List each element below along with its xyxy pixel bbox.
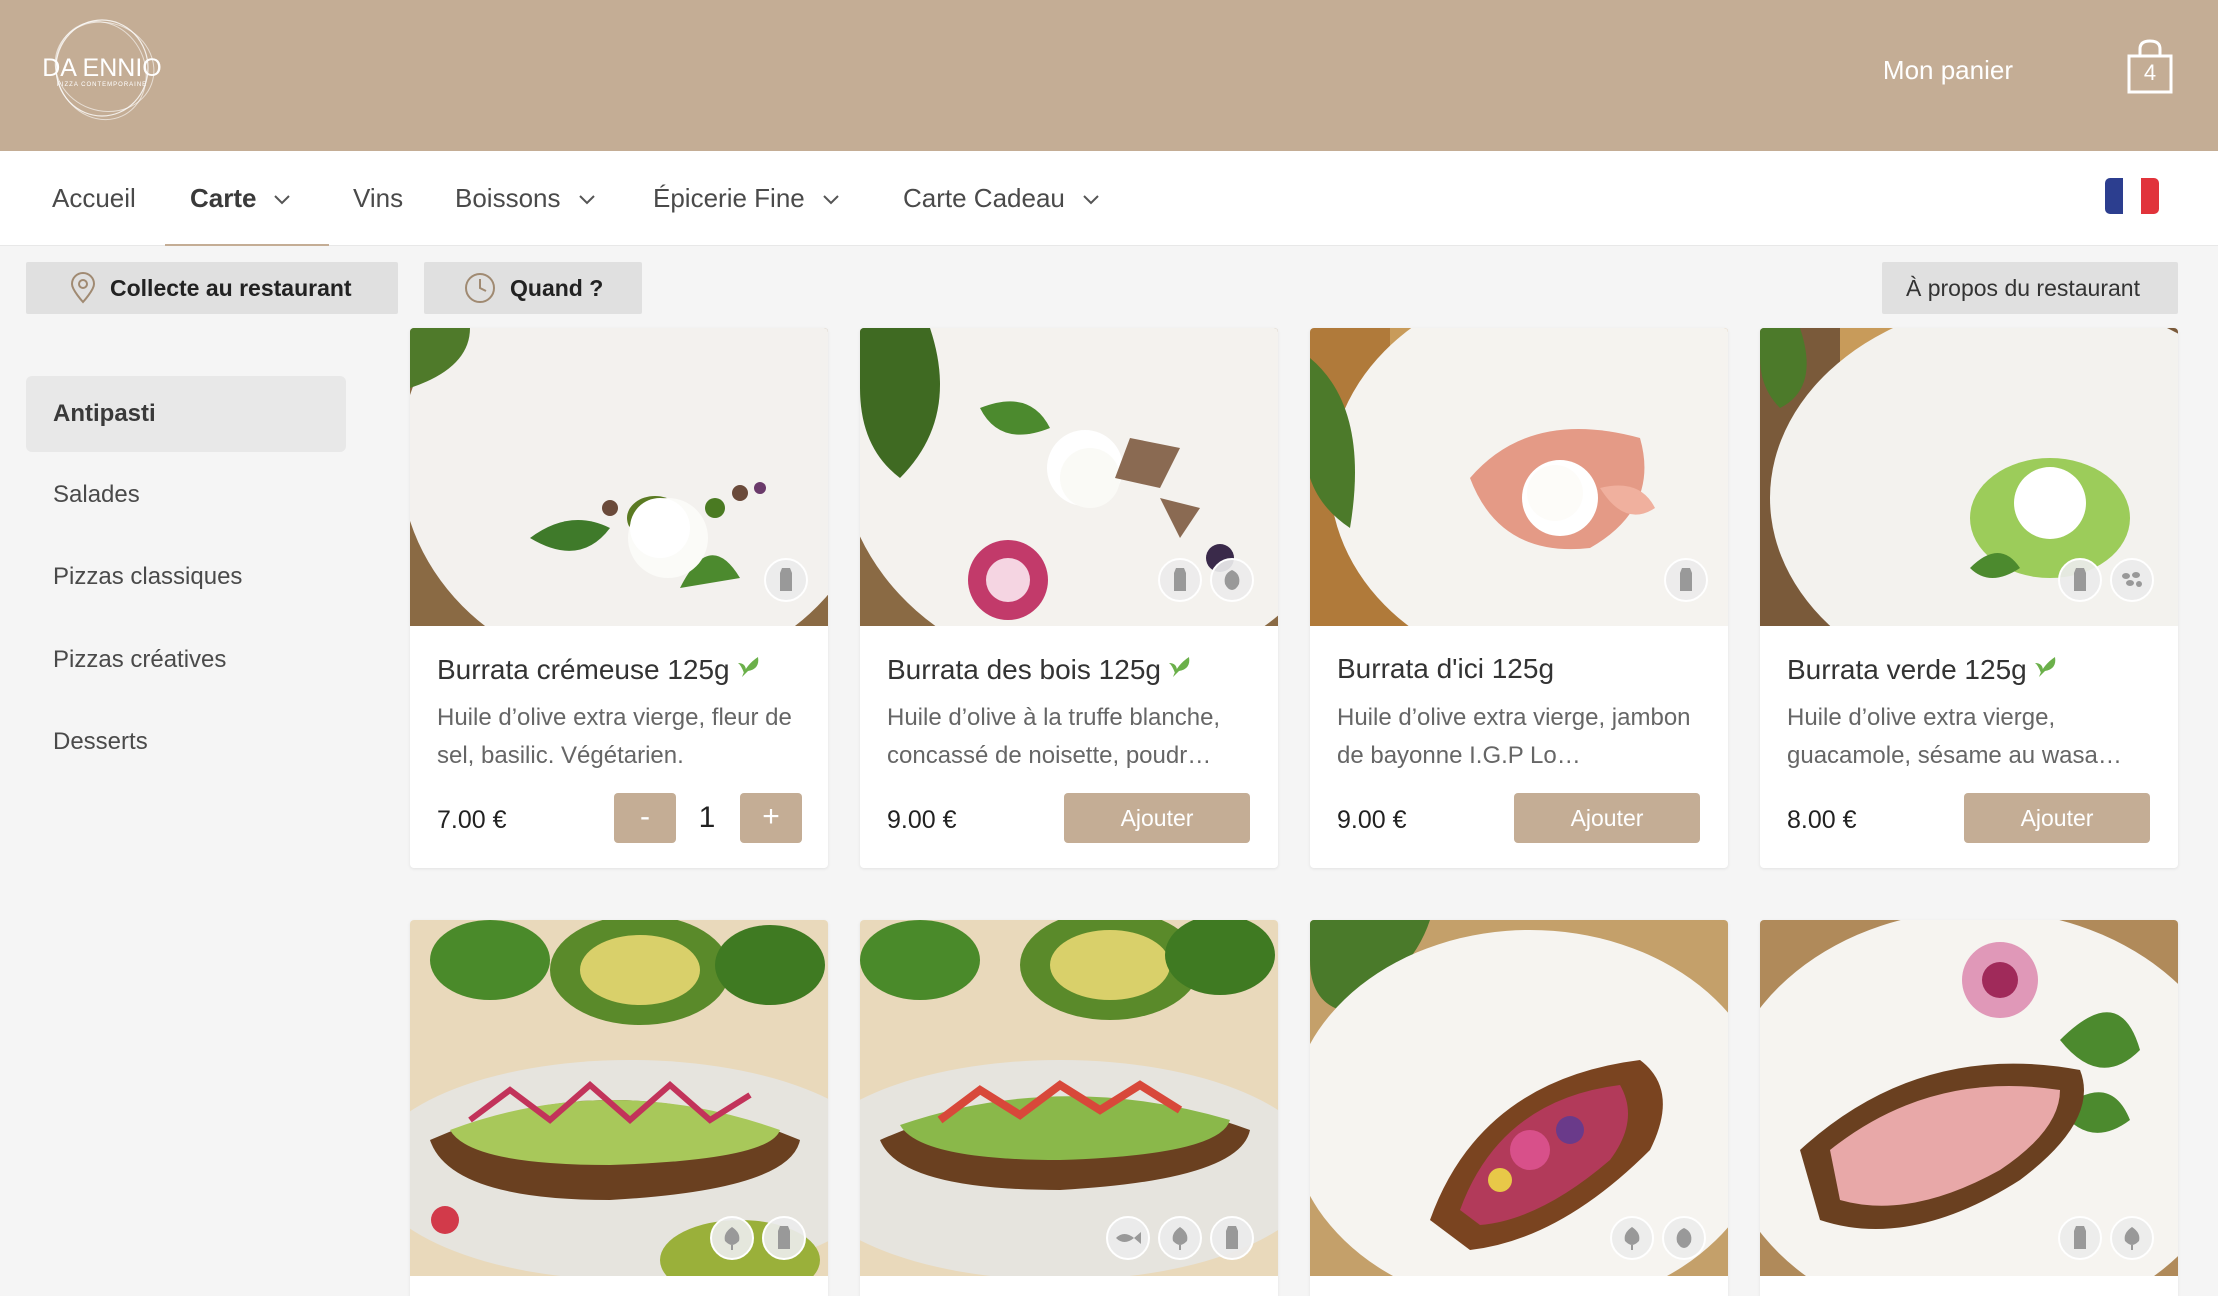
dairy-icon <box>764 558 808 602</box>
cart-count: 4 <box>2143 60 2157 85</box>
product-card[interactable] <box>410 920 828 1296</box>
quantity-decrease-button[interactable]: - <box>614 793 676 843</box>
cart-label[interactable]: Mon panier <box>1883 55 2013 86</box>
nav-item-carte-cadeau[interactable]: Carte Cadeau <box>903 151 1099 246</box>
product-card[interactable]: Burrata d'ici 125g Huile d’olive extra v… <box>1310 328 1728 868</box>
nuts-icon <box>1662 1216 1706 1260</box>
add-to-cart-button[interactable]: Ajouter <box>1064 793 1250 843</box>
when-button[interactable]: Quand ? <box>424 262 642 314</box>
logo-subtitle: PIZZA CONTEMPORAINE <box>56 82 148 88</box>
artichoke-icon <box>1158 1216 1202 1260</box>
nav-item-accueil[interactable]: Accueil <box>52 151 136 246</box>
dairy-icon <box>1664 558 1708 602</box>
about-label: À propos du restaurant <box>1906 274 2140 301</box>
dairy-icon <box>1210 1216 1254 1260</box>
product-title: Burrata verde 125g <box>1787 653 2059 686</box>
sesame-icon <box>2110 558 2154 602</box>
product-card[interactable]: Burrata des bois 125g Huile d’olive à la… <box>860 328 1278 868</box>
sidebar-item-desserts[interactable]: Desserts <box>26 704 346 780</box>
nav-item-boissons[interactable]: Boissons <box>455 151 595 246</box>
nav-label: Vins <box>353 183 404 213</box>
artichoke-icon <box>710 1216 754 1260</box>
nav-item-vins[interactable]: Vins <box>353 151 403 246</box>
product-title: Burrata crémeuse 125g <box>437 653 762 686</box>
product-image[interactable] <box>860 920 1278 1276</box>
nuts-icon <box>1210 558 1254 602</box>
vegetarian-leaf-icon <box>2033 654 2059 685</box>
artichoke-icon <box>2110 1216 2154 1260</box>
nav-label: Carte Cadeau <box>903 183 1065 213</box>
sidebar-item-salades[interactable]: Salades <box>26 457 346 533</box>
chevron-down-icon <box>578 152 595 247</box>
nav-item-epicerie-fine[interactable]: Épicerie Fine <box>653 151 839 246</box>
add-to-cart-button[interactable]: Ajouter <box>1964 793 2150 843</box>
product-card[interactable] <box>860 920 1278 1296</box>
chevron-down-icon <box>1083 152 1099 247</box>
sidebar-item-label: Pizzas créatives <box>53 646 227 673</box>
pickup-label: Collecte au restaurant <box>110 274 352 301</box>
nav-label: Épicerie Fine <box>653 183 805 213</box>
product-image[interactable] <box>1310 920 1728 1276</box>
nav-active-underline <box>165 244 329 246</box>
product-price: 9.00 € <box>887 806 957 834</box>
dairy-icon <box>762 1216 806 1260</box>
product-image[interactable] <box>1310 328 1728 626</box>
product-image[interactable] <box>860 328 1278 626</box>
product-price: 9.00 € <box>1337 806 1407 834</box>
product-image[interactable] <box>1760 328 2178 626</box>
product-image[interactable] <box>410 328 828 626</box>
logo-text: DA ENNIO <box>42 54 162 82</box>
when-label: Quand ? <box>510 274 604 301</box>
nav-item-carte[interactable]: Carte <box>190 151 291 247</box>
dairy-icon <box>1158 558 1202 602</box>
product-card[interactable]: Burrata verde 125g Huile d’olive extra v… <box>1760 328 2178 868</box>
chevron-down-icon <box>823 152 839 247</box>
product-description: Huile d’olive à la truffe blanche, conca… <box>887 704 1221 769</box>
pickup-button[interactable]: Collecte au restaurant <box>26 262 398 314</box>
add-to-cart-button[interactable]: Ajouter <box>1514 793 1700 843</box>
fish-icon <box>1106 1216 1150 1260</box>
sidebar-item-pizzas-creatives[interactable]: Pizzas créatives <box>26 622 346 698</box>
product-title-text: Burrata crémeuse 125g <box>437 654 730 685</box>
product-card[interactable] <box>1310 920 1728 1296</box>
product-card[interactable] <box>1760 920 2178 1296</box>
vegetarian-leaf-icon <box>736 654 762 685</box>
product-price: 7.00 € <box>437 806 507 834</box>
product-description: Huile d’olive extra vierge, guacamole, s… <box>1787 704 2122 769</box>
product-title: Burrata des bois 125g <box>887 653 1193 686</box>
french-flag-icon[interactable] <box>2105 178 2159 214</box>
logo[interactable]: DA ENNIO PIZZA CONTEMPORAINE <box>40 14 164 122</box>
dairy-icon <box>2058 1216 2102 1260</box>
product-description: Huile d’olive extra vierge, jambon de ba… <box>1337 704 1691 769</box>
vegetarian-leaf-icon <box>1167 654 1193 685</box>
product-description: Huile d’olive extra vierge, fleur de sel… <box>437 704 792 769</box>
sidebar-item-label: Desserts <box>53 728 148 755</box>
sidebar-item-pizzas-classiques[interactable]: Pizzas classiques <box>26 539 346 615</box>
sidebar-item-label: Salades <box>53 481 140 508</box>
quantity-value: 1 <box>698 801 716 834</box>
sidebar-item-antipasti[interactable]: Antipasti <box>26 376 346 452</box>
nav-label: Accueil <box>52 183 136 213</box>
product-price: 8.00 € <box>1787 806 1857 834</box>
site-header: DA ENNIO PIZZA CONTEMPORAINE Mon panier … <box>0 0 2218 151</box>
nav-label: Carte <box>190 183 257 213</box>
product-image[interactable] <box>410 920 828 1276</box>
clock-icon <box>464 272 496 304</box>
dairy-icon <box>2058 558 2102 602</box>
product-title-text: Burrata d'ici 125g <box>1337 653 1555 684</box>
product-title-text: Burrata verde 125g <box>1787 654 2027 685</box>
quantity-increase-button[interactable]: + <box>740 793 802 843</box>
chevron-down-icon <box>274 152 291 247</box>
location-icon <box>70 272 96 304</box>
sidebar-item-label: Antipasti <box>53 400 156 427</box>
artichoke-icon <box>1610 1216 1654 1260</box>
about-restaurant-button[interactable]: À propos du restaurant <box>1882 262 2178 314</box>
product-title-text: Burrata des bois 125g <box>887 654 1161 685</box>
product-image[interactable] <box>1760 920 2178 1276</box>
nav-label: Boissons <box>455 183 561 213</box>
main-nav: Accueil Carte Vins Boissons Épicerie Fin… <box>0 151 2218 246</box>
sidebar-item-label: Pizzas classiques <box>53 563 243 590</box>
product-title: Burrata d'ici 125g <box>1337 653 1554 685</box>
product-card[interactable]: Burrata crémeuse 125g Huile d’olive extr… <box>410 328 828 868</box>
